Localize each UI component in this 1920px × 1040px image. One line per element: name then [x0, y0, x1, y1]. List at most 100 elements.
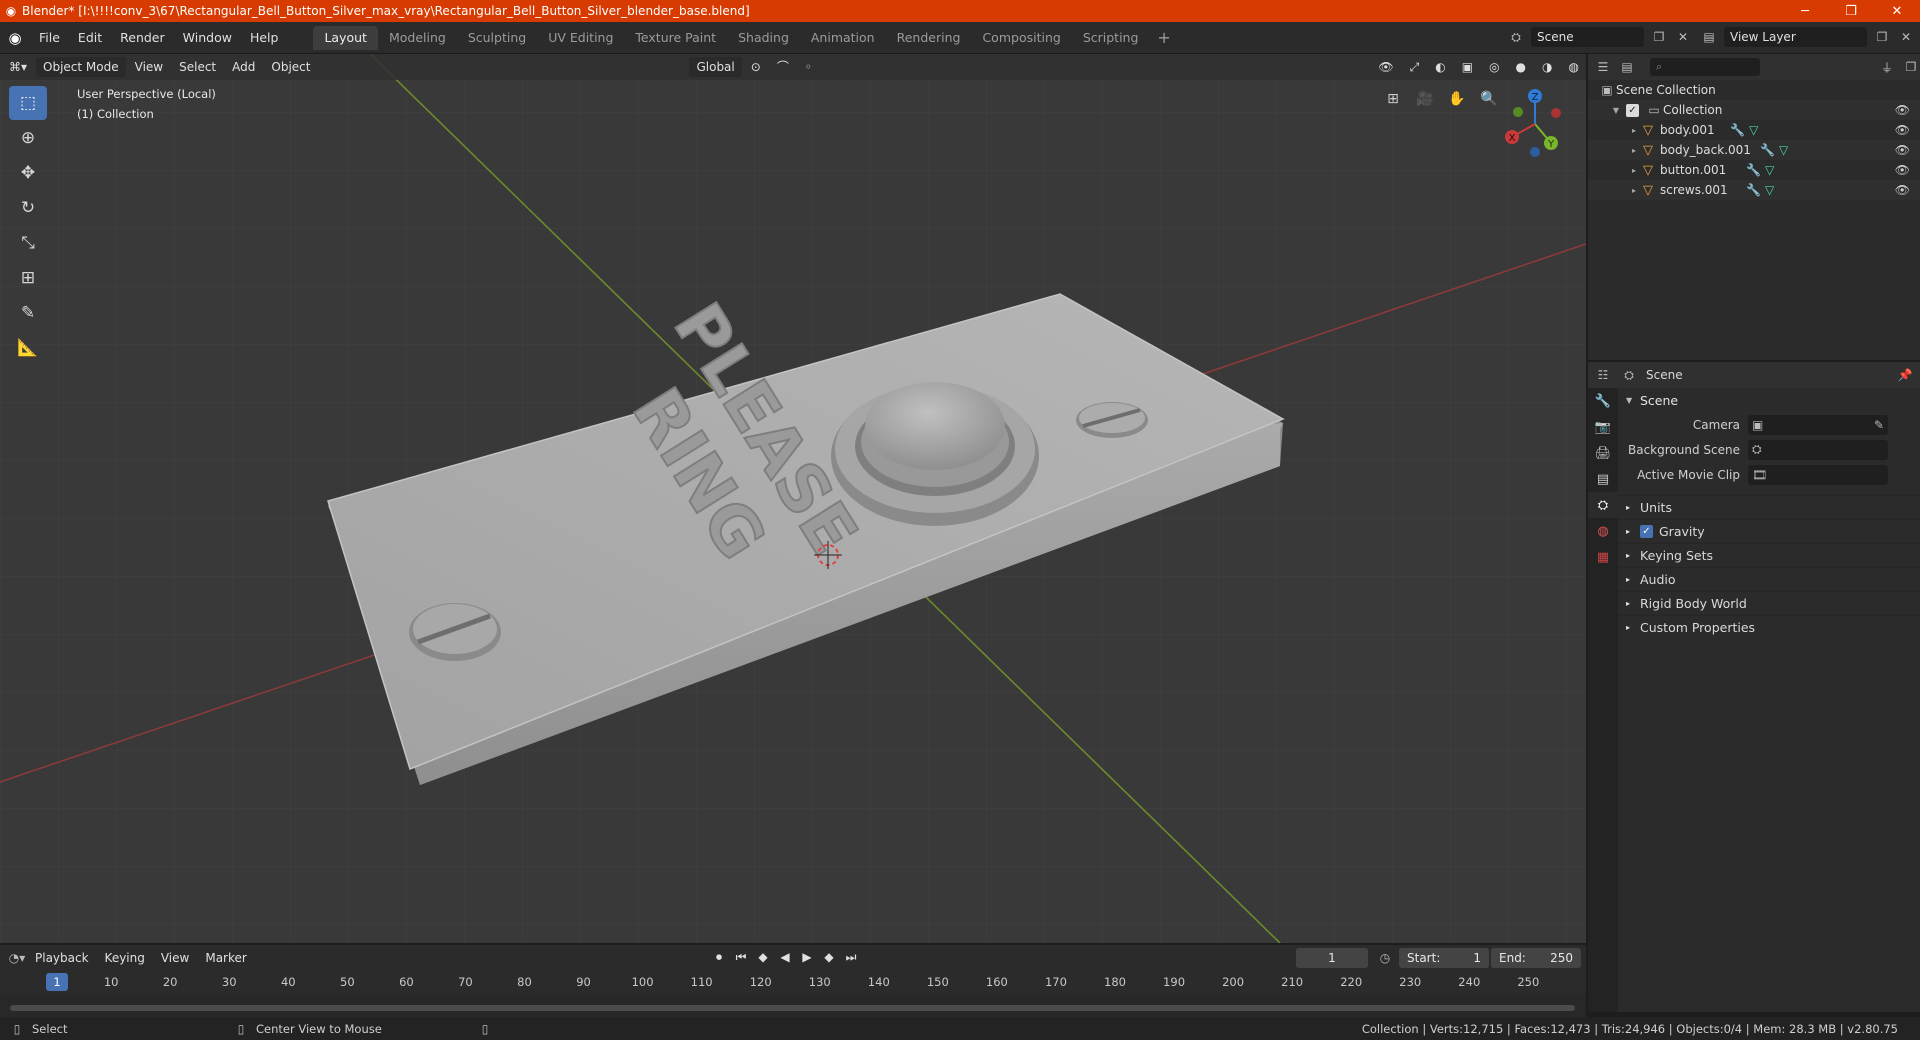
outliner-search-field[interactable]: ⌕	[1650, 58, 1760, 76]
expand-object-icon[interactable]: ▸	[1628, 146, 1640, 155]
timeline-scrollbar[interactable]	[10, 1005, 1575, 1011]
menu-marker[interactable]: Marker	[198, 948, 253, 968]
jump-end-icon[interactable]: ⏭	[842, 948, 860, 966]
modifier-icon[interactable]: 🔧	[1730, 123, 1745, 137]
transform-orientation-selector[interactable]: Global	[689, 57, 742, 77]
mode-selector[interactable]: Object Mode	[36, 57, 126, 77]
tab-compositing[interactable]: Compositing	[971, 26, 1071, 50]
scene-tab-icon[interactable]: ⛭	[1588, 492, 1618, 518]
jump-start-icon[interactable]: ⏮	[732, 948, 750, 966]
view-layer-tab-icon[interactable]: ▤	[1588, 466, 1618, 492]
camera-view-icon[interactable]: 🎥	[1412, 86, 1438, 112]
properties-editor-icon[interactable]: ☷	[1594, 366, 1612, 384]
custom-properties-panel[interactable]: ▸ Custom Properties	[1618, 615, 1920, 639]
expand-object-icon[interactable]: ▸	[1628, 126, 1640, 135]
output-tab-icon[interactable]: 🖨	[1588, 440, 1618, 466]
expand-collection-icon[interactable]: ▼	[1610, 106, 1622, 115]
end-frame-field[interactable]: End: 250	[1491, 948, 1581, 968]
start-frame-field[interactable]: Start: 1	[1399, 948, 1489, 968]
outliner-editor-icon[interactable]: ☰	[1594, 58, 1612, 76]
object-visibility-icon[interactable]: 👁	[1895, 143, 1910, 157]
menu-help[interactable]: Help	[241, 27, 288, 49]
menu-file[interactable]: File	[30, 27, 69, 49]
tool-tab-icon[interactable]: 🔧	[1588, 388, 1618, 414]
play-reverse-icon[interactable]: ◀	[776, 948, 794, 966]
menu-edit[interactable]: Edit	[69, 27, 111, 49]
overlay-toggle-icon[interactable]: ◐	[1428, 57, 1452, 77]
scene-panel-header[interactable]: ▼ Scene	[1618, 388, 1920, 412]
navigation-gizmo[interactable]: Z Y X	[1495, 84, 1575, 164]
current-frame-field[interactable]: 1	[1296, 948, 1368, 968]
units-panel[interactable]: ▸ Units	[1618, 495, 1920, 519]
expand-object-icon[interactable]: ▸	[1628, 186, 1640, 195]
new-scene-icon[interactable]: ❐	[1650, 28, 1668, 46]
pivot-point-icon[interactable]: ⊙	[744, 57, 768, 77]
mesh-data-icon[interactable]: ▽	[1765, 183, 1774, 197]
eyedropper-icon[interactable]: ✎	[1874, 418, 1888, 432]
preview-range-icon[interactable]: ◷	[1376, 949, 1394, 967]
scene-collection-row[interactable]: ▣ Scene Collection	[1588, 80, 1920, 100]
tab-uv-editing[interactable]: UV Editing	[537, 26, 624, 50]
menu-keying[interactable]: Keying	[98, 948, 152, 968]
close-button[interactable]: ✕	[1874, 0, 1920, 22]
transform-tool-icon[interactable]: ⊞	[9, 261, 47, 295]
keying-sets-panel[interactable]: ▸ Keying Sets	[1618, 543, 1920, 567]
tab-layout[interactable]: Layout	[313, 25, 378, 50]
active-movie-clip-field[interactable]: 🎞	[1748, 464, 1888, 485]
new-collection-icon[interactable]: ❐	[1902, 58, 1920, 76]
pan-view-icon[interactable]: ✋	[1444, 86, 1470, 112]
wireframe-shading-icon[interactable]: ◎	[1482, 57, 1506, 77]
scene-name-field[interactable]: Scene	[1531, 27, 1644, 47]
menu-view[interactable]: View	[128, 57, 170, 77]
maximize-button[interactable]: ❐	[1828, 0, 1874, 22]
display-mode-icon[interactable]: ▤	[1618, 58, 1636, 76]
tab-sculpting[interactable]: Sculpting	[457, 26, 537, 50]
gizmo-neg-z[interactable]	[1530, 147, 1540, 157]
next-keyframe-icon[interactable]: ◆	[820, 948, 838, 966]
gizmo-neg-x[interactable]	[1551, 108, 1561, 118]
measure-tool-icon[interactable]: 📐	[9, 331, 47, 365]
outliner-object-row[interactable]: ▸ ▽ button.001 🔧 ▽ 👁	[1588, 160, 1920, 180]
menu-add[interactable]: Add	[225, 57, 262, 77]
outliner-object-row[interactable]: ▸ ▽ screws.001 🔧 ▽ 👁	[1588, 180, 1920, 200]
material-shading-icon[interactable]: ◑	[1535, 57, 1559, 77]
minimize-button[interactable]: ─	[1782, 0, 1828, 22]
tab-animation[interactable]: Animation	[800, 26, 886, 50]
tab-rendering[interactable]: Rendering	[886, 26, 972, 50]
menu-window[interactable]: Window	[174, 27, 241, 49]
cursor-tool-icon[interactable]: ⊕	[9, 121, 47, 155]
tab-modeling[interactable]: Modeling	[378, 26, 457, 50]
collection-visibility-icon[interactable]: 👁	[1895, 103, 1910, 117]
record-icon[interactable]: ⏺	[710, 948, 728, 966]
gravity-panel[interactable]: ▸ ✓ Gravity	[1618, 519, 1920, 543]
rigid-body-world-panel[interactable]: ▸ Rigid Body World	[1618, 591, 1920, 615]
pin-icon[interactable]: 📌	[1896, 366, 1914, 384]
tab-scripting[interactable]: Scripting	[1072, 26, 1150, 50]
object-visibility-icon[interactable]: 👁	[1895, 163, 1910, 177]
toggle-view-icon[interactable]: ⊞	[1380, 86, 1406, 112]
gravity-checkbox[interactable]: ✓	[1640, 525, 1653, 538]
move-tool-icon[interactable]: ✥	[9, 156, 47, 190]
filter-icon[interactable]: ⏚	[1878, 58, 1896, 76]
collection-row[interactable]: ▼ ✓ ▭ Collection 👁	[1588, 100, 1920, 120]
menu-select[interactable]: Select	[172, 57, 223, 77]
rotate-tool-icon[interactable]: ↻	[9, 191, 47, 225]
editor-type-icon[interactable]: ⌘▾	[2, 57, 34, 77]
view-layer-name-field[interactable]: View Layer	[1724, 27, 1867, 47]
select-box-tool-icon[interactable]: ⬚	[9, 86, 47, 120]
prev-keyframe-icon[interactable]: ◆	[754, 948, 772, 966]
tab-texture-paint[interactable]: Texture Paint	[624, 26, 727, 50]
world-tab-icon[interactable]: ◍	[1588, 518, 1618, 544]
render-tab-icon[interactable]: 📷	[1588, 414, 1618, 440]
solid-shading-icon[interactable]: ●	[1509, 57, 1533, 77]
delete-view-layer-icon[interactable]: ✕	[1897, 28, 1915, 46]
scene-icon[interactable]: ⛭	[1507, 28, 1525, 46]
gizmo-neg-y[interactable]	[1513, 107, 1523, 117]
audio-panel[interactable]: ▸ Audio	[1618, 567, 1920, 591]
scale-tool-icon[interactable]: ⤡	[9, 226, 47, 260]
frame-ruler[interactable]: 1 10 20 30 40 50 60 70 80 90 100 110 120 130 140 150 16…	[0, 971, 1586, 993]
blender-logo-icon[interactable]: ◉	[0, 29, 30, 47]
xray-toggle-icon[interactable]: ▣	[1455, 57, 1480, 77]
delete-scene-icon[interactable]: ✕	[1674, 28, 1692, 46]
menu-render[interactable]: Render	[111, 27, 174, 49]
